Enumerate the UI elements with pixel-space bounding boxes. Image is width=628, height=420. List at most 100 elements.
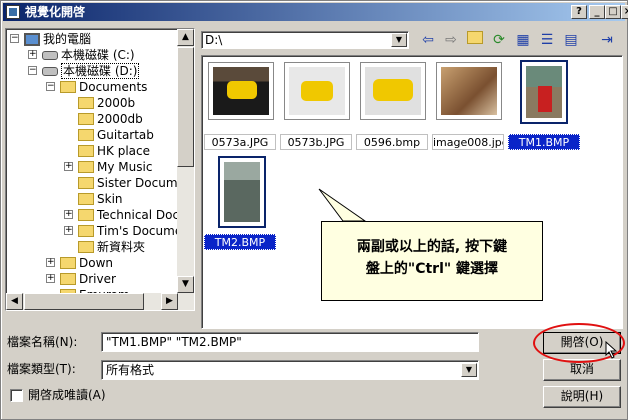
car-image: [289, 67, 345, 115]
tree-item-label: HK place: [97, 144, 150, 158]
filetype-label: 檔案類型(T):: [7, 362, 76, 376]
filetype-select[interactable]: 所有格式 ▼: [101, 360, 479, 380]
file-name-label[interactable]: TM2.BMP: [204, 234, 276, 250]
folder-icon: [78, 128, 94, 141]
thumbnail-tm2[interactable]: [217, 155, 267, 229]
open-dialog-window: 視覺化開啓 ? _ □ × − 我的電腦 + 本機磁碟 (C:) − 本機磁碟 (D:) −…: [0, 0, 628, 420]
thumbnail-0573b[interactable]: [284, 62, 350, 120]
help-title-button[interactable]: ?: [571, 5, 587, 19]
tree-item[interactable]: + 本機磁碟 (C:): [28, 47, 135, 63]
maximize-button[interactable]: □: [605, 5, 621, 19]
details-icon[interactable]: ▤: [562, 31, 580, 49]
tree-item[interactable]: + My Music: [64, 159, 152, 175]
help-button[interactable]: 說明(H): [543, 386, 621, 408]
callout-line-2: 盤上的"Ctrl" 鍵選擇: [365, 261, 499, 277]
minimize-button[interactable]: _: [589, 5, 605, 19]
chevron-down-icon[interactable]: ▼: [391, 33, 407, 47]
close-button[interactable]: ×: [621, 5, 628, 19]
thumbnail-0596[interactable]: [360, 62, 426, 120]
tree-item[interactable]: 2000b: [64, 95, 135, 111]
back-icon[interactable]: ⇦: [419, 31, 437, 49]
computer-icon: [24, 33, 40, 46]
forward-icon[interactable]: ⇨: [442, 31, 460, 49]
collapse-icon[interactable]: −: [10, 34, 19, 43]
folder-icon: [78, 112, 94, 125]
tree-horizontal-scrollbar[interactable]: ◀ ▶: [6, 293, 178, 310]
folder-icon: [78, 96, 94, 109]
scroll-right-button[interactable]: ▶: [161, 293, 178, 310]
folder-icon: [78, 192, 94, 205]
tree-item[interactable]: 新資料夾: [64, 239, 145, 255]
tree-item[interactable]: + Technical Doc: [64, 207, 179, 223]
thumbnail-image008[interactable]: [436, 62, 502, 120]
tree-item-label: Sister Documer: [97, 176, 190, 190]
folder-icon: [60, 272, 76, 285]
up-folder-icon[interactable]: [466, 31, 484, 49]
folder-icon: [78, 176, 94, 189]
tree-item[interactable]: Guitartab: [64, 127, 154, 143]
tree-item[interactable]: 2000db: [64, 111, 143, 127]
file-name-label[interactable]: 0596.bmp: [356, 134, 428, 150]
pin-icon[interactable]: ⇥: [598, 31, 616, 49]
tree-item-label: My Music: [97, 160, 153, 174]
expand-icon[interactable]: +: [64, 210, 73, 219]
window-title: 視覺化開啓: [25, 5, 86, 19]
car-image: [213, 67, 269, 115]
thumbnail-tm1[interactable]: [519, 59, 569, 125]
expand-icon[interactable]: +: [28, 50, 37, 59]
street-image: [526, 66, 562, 118]
tree-item[interactable]: − 本機磁碟 (D:): [28, 63, 140, 79]
drive-icon: [42, 51, 58, 60]
tree-vertical-scrollbar[interactable]: ▲ ▼: [177, 29, 194, 310]
expand-icon[interactable]: +: [46, 274, 55, 283]
file-name-label[interactable]: TM1.BMP: [508, 134, 580, 150]
street-image: [224, 162, 260, 222]
chevron-down-icon[interactable]: ▼: [461, 363, 477, 377]
callout-line-1: 兩副或以上的話, 按下鍵: [356, 239, 508, 255]
tree-item[interactable]: + Down: [46, 255, 113, 271]
collapse-icon[interactable]: −: [28, 66, 37, 75]
folder-icon: [60, 80, 76, 93]
horizontal-scroll-thumb[interactable]: [24, 293, 144, 310]
collapse-icon[interactable]: −: [46, 82, 55, 91]
path-combobox[interactable]: D:\ ▼: [201, 31, 409, 49]
tree-item[interactable]: − Documents: [46, 79, 147, 95]
folder-tree[interactable]: − 我的電腦 + 本機磁碟 (C:) − 本機磁碟 (D:) − Documents 2000b…: [5, 28, 195, 311]
refresh-icon[interactable]: ⟳: [490, 31, 508, 49]
tree-item-label: Tim's Documer: [97, 224, 188, 238]
thumbnail-0573a[interactable]: [208, 62, 274, 120]
mouse-cursor-icon: [605, 341, 618, 359]
tree-item-label: Skin: [97, 192, 123, 206]
file-name-label[interactable]: 0573b.JPG: [280, 134, 352, 150]
list-icon[interactable]: ☰: [538, 31, 556, 49]
scroll-left-button[interactable]: ◀: [6, 293, 23, 310]
folder-icon: [60, 256, 76, 269]
scroll-thumb[interactable]: [177, 47, 194, 167]
tree-item-label: Technical Doc: [97, 208, 180, 222]
filename-input[interactable]: "TM1.BMP" "TM2.BMP": [101, 332, 479, 352]
expand-icon[interactable]: +: [64, 226, 73, 235]
readonly-checkbox[interactable]: [10, 389, 23, 402]
tree-item[interactable]: Sister Documer: [64, 175, 190, 191]
scroll-up-button[interactable]: ▲: [177, 29, 194, 46]
tree-item[interactable]: HK place: [64, 143, 150, 159]
readonly-label: 開啓成唯讀(A): [28, 388, 106, 402]
instruction-callout: 兩副或以上的話, 按下鍵 盤上的"Ctrl" 鍵選擇: [321, 221, 543, 301]
tree-item[interactable]: + Driver: [46, 271, 116, 287]
app-icon: [6, 5, 20, 19]
tree-item-label: 2000b: [97, 96, 136, 110]
file-name-label[interactable]: 0573a.JPG: [204, 134, 276, 150]
file-name-label[interactable]: image008.jpg: [432, 134, 504, 150]
tree-item-label: Driver: [79, 272, 116, 286]
tree-item[interactable]: − 我的電腦: [10, 31, 91, 47]
title-bar[interactable]: 視覺化開啓 ? _ □ ×: [3, 3, 628, 21]
tree-item[interactable]: Skin: [64, 191, 123, 207]
car-image: [365, 67, 421, 115]
tree-item[interactable]: + Tim's Documer: [64, 223, 187, 239]
group-photo-image: [441, 67, 497, 115]
expand-icon[interactable]: +: [64, 162, 73, 171]
expand-icon[interactable]: +: [46, 258, 55, 267]
scroll-down-button[interactable]: ▼: [177, 276, 194, 293]
thumbnails-icon[interactable]: ▦: [514, 31, 532, 49]
filetype-value: 所有格式: [106, 363, 155, 377]
